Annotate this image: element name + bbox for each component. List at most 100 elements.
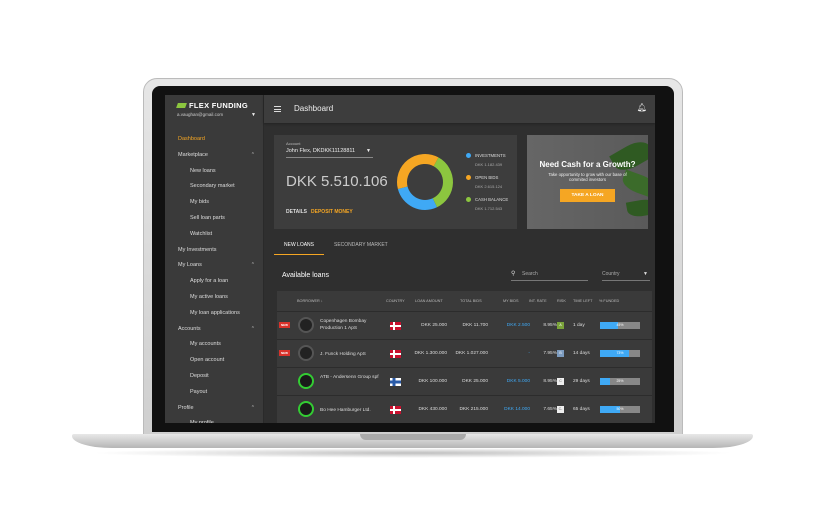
- sidebar-item-profile[interactable]: Profile ⌃: [165, 401, 264, 417]
- deposit-money-link[interactable]: DEPOSIT MONEY: [311, 209, 353, 215]
- brand-logo[interactable]: FLEX FUNDING: [176, 101, 248, 110]
- borrower-logo: [298, 317, 314, 333]
- chevron-up-icon[interactable]: ⌃: [251, 258, 255, 274]
- take-a-loan-button[interactable]: TAKE A LOAN: [560, 189, 615, 202]
- table-row[interactable]: NEW Copenhagen Bombay Production 1 ApS DKK…: [277, 311, 652, 339]
- table-row[interactable]: Bo Hee Hamburger Ltd. DKK 430.000 DKK 215.…: [277, 395, 652, 423]
- funded-label: 50%: [616, 407, 624, 411]
- sidebar-item-deposit[interactable]: Deposit: [165, 369, 264, 385]
- sidebar-item-watchlist[interactable]: Watchlist: [165, 227, 264, 243]
- sidebar-item-label: Open account: [190, 357, 225, 364]
- sidebar-item-label: My bids: [190, 199, 209, 206]
- country-select[interactable]: Country ▼: [602, 271, 650, 281]
- menu-icon[interactable]: [274, 106, 281, 112]
- account-label: Account: [286, 141, 301, 146]
- legend-item: OPEN BIDS DKK 2.615.124: [466, 175, 502, 189]
- time-left: 65 days: [573, 407, 590, 412]
- my-bids: DKK 14.000: [504, 407, 530, 412]
- sidebar-item-label: My Investments: [178, 246, 217, 253]
- column-header[interactable]: % FUNDED: [599, 299, 619, 303]
- my-bids: DKK 5.000: [506, 379, 530, 384]
- column-header[interactable]: RISK: [557, 299, 566, 303]
- borrower-logo: [298, 345, 314, 361]
- sidebar-item-payout[interactable]: Payout: [165, 385, 264, 401]
- column-header[interactable]: TIME LEFT: [573, 299, 592, 303]
- available-loans-title: Available loans: [282, 272, 329, 279]
- sidebar-item-dashboard[interactable]: Dashboard: [165, 132, 264, 148]
- legend-value: DKK 1.712.543: [475, 206, 503, 212]
- sidebar-item-my-profile[interactable]: My profile: [165, 416, 264, 423]
- account-select[interactable]: John Flex, DKDKK11128811 ▼: [286, 148, 373, 158]
- donut-slice-cash-balance: [432, 157, 453, 208]
- loan-amount: DKK 25.000: [421, 323, 447, 328]
- sidebar-item-my-active-loans[interactable]: My active loans: [165, 290, 264, 306]
- country-flag-dk: [390, 406, 401, 414]
- chevron-up-icon[interactable]: ⌃: [251, 322, 255, 338]
- sidebar-item-sell-loan-parts[interactable]: Sell loan parts: [165, 211, 264, 227]
- bell-icon[interactable]: 🔔︎: [637, 103, 647, 112]
- sidebar-item-label: Accounts: [178, 325, 201, 332]
- legend-item: INVESTMENTS DKK 1.182.439: [466, 153, 506, 167]
- tab-new-loans[interactable]: NEW LOANS: [274, 242, 325, 255]
- account-menu-caret-icon[interactable]: ▼: [251, 112, 256, 118]
- total-bids: DKK 25.000: [462, 379, 488, 384]
- sidebar-item-my-loans[interactable]: My Loans ⌃: [165, 258, 264, 274]
- interest-rate: 8.95%: [543, 379, 557, 384]
- sidebar-item-apply-for-a-loan[interactable]: Apply for a loan: [165, 274, 264, 290]
- sidebar-item-open-account[interactable]: Open account: [165, 353, 264, 369]
- laptop-notch: [360, 434, 466, 440]
- donut-slice-open-bids: [397, 154, 439, 190]
- new-badge: NEW: [279, 350, 290, 356]
- page-title: Dashboard: [294, 104, 334, 113]
- sidebar-item-new-loans[interactable]: New loans: [165, 164, 264, 180]
- sidebar-item-accounts[interactable]: Accounts ⌃: [165, 322, 264, 338]
- plant-leaf-image: [625, 197, 648, 219]
- chevron-up-icon[interactable]: ⌃: [251, 148, 255, 164]
- legend-label: INVESTMENTS: [475, 153, 506, 158]
- sidebar-nav: Dashboard Marketplace ⌃ New loans Secondary …: [165, 132, 264, 423]
- sidebar-item-my-loan-applications[interactable]: My loan applications: [165, 306, 264, 322]
- sidebar-item-my-bids[interactable]: My bids: [165, 195, 264, 211]
- funded-progress-bar: 50%: [600, 406, 640, 413]
- column-header[interactable]: COUNTRY: [386, 299, 405, 303]
- sidebar-item-marketplace[interactable]: Marketplace ⌃: [165, 148, 264, 164]
- search-icon: ⚲: [511, 271, 516, 277]
- details-link[interactable]: DETAILS: [286, 209, 307, 215]
- column-header[interactable]: MY BIDS: [503, 299, 519, 303]
- loan-amount: DKK 100.000: [418, 379, 447, 384]
- sidebar-item-my-accounts[interactable]: My accounts: [165, 337, 264, 353]
- my-bids: -: [528, 351, 530, 356]
- sidebar-item-label: Secondary market: [190, 183, 235, 190]
- borrower-name[interactable]: ATB - Andersenn Group spf: [320, 374, 382, 381]
- funded-label: 25%: [616, 379, 624, 383]
- borrower-name[interactable]: J. Funck Holding ApS: [320, 351, 382, 358]
- legend-label: OPEN BIDS: [475, 175, 499, 180]
- borrower-name[interactable]: Copenhagen Bombay Production 1 ApS: [320, 318, 382, 332]
- table-row[interactable]: NEW J. Funck Holding ApS DKK 1.300.000 DKK …: [277, 339, 652, 367]
- search-input[interactable]: ⚲ Search: [511, 271, 588, 281]
- chevron-up-icon[interactable]: ⌃: [251, 401, 255, 417]
- funded-progress-bar: 25%: [600, 378, 640, 385]
- column-header[interactable]: INT. RATE: [529, 299, 547, 303]
- total-bids: DKK 1.027.000: [455, 351, 488, 356]
- top-bar: Dashboard 🔔︎: [264, 95, 655, 123]
- table-row[interactable]: ATB - Andersenn Group spf DKK 100.000 DKK …: [277, 367, 652, 395]
- funded-progress-bar: 73%: [600, 350, 640, 357]
- sidebar-item-my-investments[interactable]: My Investments: [165, 243, 264, 259]
- interest-rate: 8.95%: [543, 323, 557, 328]
- tab-secondary-market[interactable]: SECONDARY MARKET: [334, 242, 388, 254]
- column-header[interactable]: LOAN AMOUNT: [415, 299, 443, 303]
- account-balance: DKK 5.510.106: [286, 173, 388, 190]
- total-bids: DKK 215.000: [459, 407, 488, 412]
- sidebar-item-secondary-market[interactable]: Secondary market: [165, 179, 264, 195]
- borrower-name[interactable]: Bo Hee Hamburger Ltd.: [320, 407, 382, 414]
- sidebar-item-label: New loans: [190, 167, 216, 174]
- column-header[interactable]: BORROWER ↓: [297, 299, 323, 303]
- country-flag-fo: [390, 378, 401, 386]
- promo-text: Take opportunity to grow with our base o…: [548, 172, 627, 182]
- sidebar-item-label: Apply for a loan: [190, 278, 229, 285]
- sidebar-item-label: Payout: [190, 388, 208, 395]
- chevron-down-icon: ▼: [366, 148, 371, 154]
- column-header[interactable]: TOTAL BIDS: [460, 299, 482, 303]
- legend-dot-icon: [466, 175, 471, 181]
